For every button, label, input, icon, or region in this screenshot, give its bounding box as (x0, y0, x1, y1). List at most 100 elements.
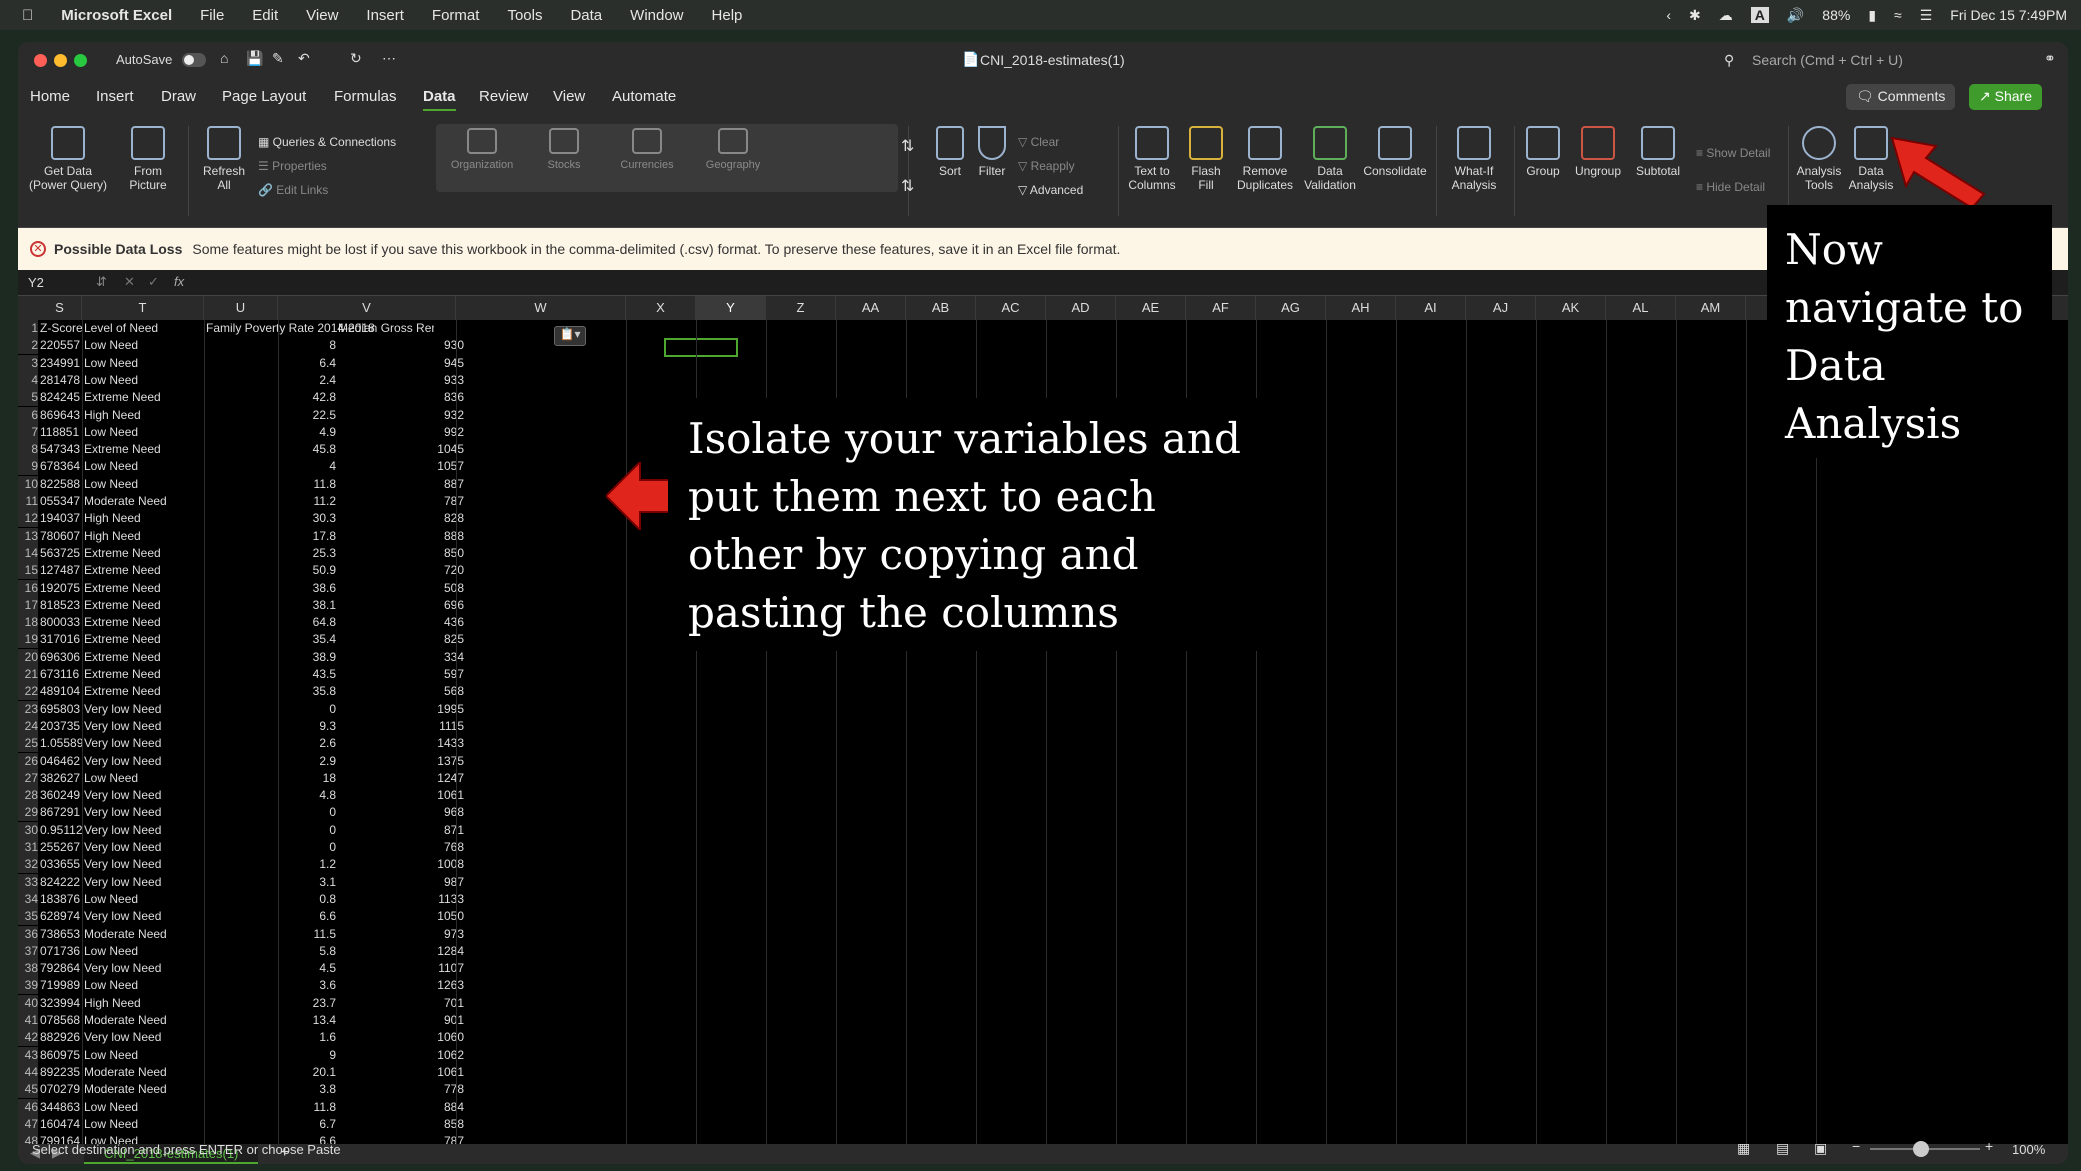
cell-median-rent[interactable]: 696 (338, 597, 464, 614)
row-number[interactable]: 14 (18, 544, 38, 562)
row-number[interactable]: 8 (18, 441, 38, 459)
name-box-stepper-icon[interactable]: ⇵ (96, 274, 107, 290)
cell-median-rent[interactable]: 768 (338, 839, 464, 856)
cell-level-of-need[interactable]: Low Need (84, 424, 204, 441)
cell-level-of-need[interactable]: Low Need (84, 476, 204, 493)
row-number[interactable]: 22 (18, 683, 38, 701)
input-source-icon[interactable]: A (1750, 7, 1769, 23)
column-header-ag[interactable]: AG (1256, 296, 1326, 320)
cell-zscore[interactable]: 0.95112 (40, 822, 82, 839)
cell-zscore[interactable]: 1.05589 (40, 735, 82, 752)
cell-zscore[interactable]: 194037 (40, 510, 82, 527)
row-number[interactable]: 41 (18, 1012, 38, 1029)
cell-median-rent[interactable]: 436 (338, 614, 464, 631)
cell-level-of-need[interactable]: High Need (84, 407, 204, 424)
cell-median-rent[interactable]: 1284 (338, 943, 464, 960)
cell-zscore[interactable]: 860975 (40, 1047, 82, 1064)
row-number[interactable]: 38 (18, 960, 38, 978)
close-window-button[interactable] (34, 54, 47, 67)
row-number[interactable]: 12 (18, 510, 38, 528)
cell-poverty-rate[interactable]: 3.1 (204, 874, 336, 891)
menu-format[interactable]: Format (432, 7, 480, 24)
cell-level-of-need[interactable]: Extreme Need (84, 562, 204, 579)
cell-level-of-need[interactable]: Low Need (84, 1099, 204, 1116)
cell-median-rent[interactable]: 568 (338, 683, 464, 700)
redo-icon[interactable]: ↻ (350, 50, 362, 67)
cell-median-rent[interactable]: 968 (338, 804, 464, 821)
cell-zscore[interactable]: 071736 (40, 943, 82, 960)
cell-median-rent[interactable]: 1133 (338, 891, 464, 908)
row-number[interactable]: 35 (18, 908, 38, 926)
cell-level-of-need[interactable]: High Need (84, 510, 204, 527)
cell-level-of-need[interactable]: High Need (84, 528, 204, 545)
cell-zscore[interactable]: 678364 (40, 458, 82, 475)
document-title[interactable]: CNI_2018-estimates(1) (980, 52, 1125, 68)
zoom-window-button[interactable] (74, 54, 87, 67)
comments-button[interactable]: 🗨 Comments (1846, 84, 1956, 110)
cell-poverty-rate[interactable]: 20.1 (204, 1064, 336, 1081)
what-if-analysis-button[interactable]: What-If Analysis (1442, 118, 1506, 192)
column-header-ah[interactable]: AH (1326, 296, 1396, 320)
cell-poverty-rate[interactable]: 4 (204, 458, 336, 475)
row-number[interactable]: 10 (18, 475, 38, 493)
tab-draw[interactable]: Draw (161, 88, 196, 105)
cancel-icon[interactable]: ✕ (124, 274, 135, 290)
row-number[interactable]: 1 (18, 320, 38, 337)
cell-zscore[interactable]: 738653 (40, 926, 82, 943)
cell-poverty-rate[interactable]: 45.8 (204, 441, 336, 458)
cell-zscore[interactable]: 824245 (40, 389, 82, 406)
refresh-all-button[interactable]: Refresh All (196, 118, 252, 192)
cell-zscore[interactable]: 695803 (40, 701, 82, 718)
tab-formulas[interactable]: Formulas (334, 88, 397, 105)
row-number[interactable]: 19 (18, 631, 38, 649)
row-number[interactable]: 30 (18, 821, 38, 839)
group-button[interactable]: Group (1518, 118, 1568, 178)
tab-home[interactable]: Home (30, 88, 70, 105)
cell-median-rent[interactable]: 836 (338, 389, 464, 406)
cell-zscore[interactable]: 563725 (40, 545, 82, 562)
cell-poverty-rate[interactable]: 8 (204, 337, 336, 354)
cell-zscore[interactable]: 055347 (40, 493, 82, 510)
cell-median-rent[interactable]: 933 (338, 372, 464, 389)
cell-poverty-rate[interactable]: 6.6 (204, 908, 336, 925)
subtotal-button[interactable]: Subtotal (1630, 118, 1686, 178)
cell-median-rent[interactable]: 901 (338, 1012, 464, 1029)
cell-median-rent[interactable]: 1433 (338, 735, 464, 752)
cell-level-of-need[interactable]: Very low Need (84, 1029, 204, 1046)
cell-level-of-need[interactable]: Very low Need (84, 735, 204, 752)
cell-level-of-need[interactable]: Very low Need (84, 908, 204, 925)
cell-median-rent[interactable]: 1050 (338, 908, 464, 925)
cell-poverty-rate[interactable]: 11.2 (204, 493, 336, 510)
row-number[interactable]: 24 (18, 717, 38, 735)
cell-level-of-need[interactable]: Extreme Need (84, 649, 204, 666)
cell-zscore[interactable]: 673116 (40, 666, 82, 683)
share-button[interactable]: ↗ Share (1969, 84, 2042, 110)
row-number[interactable]: 28 (18, 787, 38, 805)
undo-icon[interactable]: ↶ (298, 50, 310, 67)
cell-level-of-need[interactable]: Extreme Need (84, 614, 204, 631)
cell-median-rent[interactable]: 1062 (338, 1047, 464, 1064)
page-break-view-icon[interactable]: ▣ (1814, 1140, 1827, 1157)
cell-zscore[interactable]: 070279 (40, 1081, 82, 1098)
reapply-button[interactable]: ▽ Reapply (1018, 154, 1083, 178)
cell-poverty-rate[interactable]: 11.5 (204, 926, 336, 943)
column-header-al[interactable]: AL (1606, 296, 1676, 320)
cell-level-of-need[interactable]: Very low Need (84, 822, 204, 839)
cell-median-rent[interactable]: 850 (338, 545, 464, 562)
cell-median-rent[interactable]: 1263 (338, 977, 464, 994)
row-number[interactable]: 29 (18, 804, 38, 822)
stocks-button[interactable]: Stocks (534, 124, 594, 172)
cell-zscore[interactable]: 281478 (40, 372, 82, 389)
normal-view-icon[interactable]: ▦ (1737, 1140, 1750, 1157)
cell-poverty-rate[interactable]: 11.8 (204, 476, 336, 493)
edit-icon[interactable]: ✎ (272, 50, 284, 67)
data-validation-button[interactable]: Data Validation (1300, 118, 1360, 192)
cell-median-rent[interactable]: 1375 (338, 753, 464, 770)
cell-zscore[interactable]: 780607 (40, 528, 82, 545)
cell-poverty-rate[interactable]: 43.5 (204, 666, 336, 683)
cell-poverty-rate[interactable]: 30.3 (204, 510, 336, 527)
sort-ascending-icon[interactable]: ⇅ (901, 136, 914, 156)
search-field[interactable]: Search (Cmd + Ctrl + U) (1752, 52, 1903, 68)
confirm-icon[interactable]: ✓ (148, 274, 159, 290)
column-header-t[interactable]: T (82, 296, 204, 320)
